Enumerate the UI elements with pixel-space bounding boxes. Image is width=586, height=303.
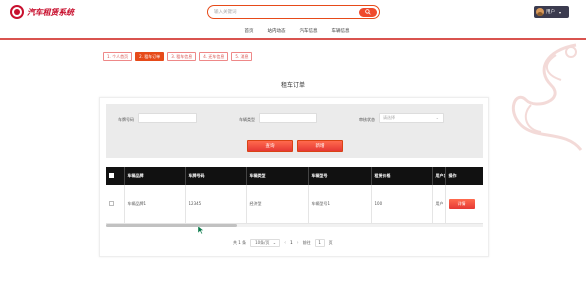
plate-input[interactable] <box>138 113 197 123</box>
tab-rental-orders[interactable]: 2. 租车订单 <box>135 52 165 61</box>
search-input[interactable] <box>214 7 354 18</box>
goto-label: 前往 <box>302 239 311 245</box>
row-checkbox[interactable] <box>109 200 114 206</box>
pagination: 共 1 条 10条/页 ⌄ ‹ 1 › 前往 1 页 <box>233 238 333 247</box>
nav-item-vehicles[interactable]: 车辆信息 <box>332 26 350 38</box>
tab-label: 消息 <box>240 54 249 59</box>
dragon-watermark-icon <box>511 43 583 151</box>
column-header[interactable]: 用户名 <box>432 167 446 185</box>
column-header[interactable]: 车辆类型 <box>246 167 309 185</box>
tab-label: 还车信息 <box>208 54 225 59</box>
header: 汽车租赁系统 用户 ▾ <box>0 0 586 24</box>
column-header[interactable]: 租赁价格 <box>371 167 433 185</box>
price-cell: 100 <box>371 185 433 224</box>
tab-return-info[interactable]: 4. 还车信息 <box>199 52 229 61</box>
next-page-button[interactable]: › <box>297 240 299 246</box>
horizontal-scrollbar-thumb[interactable] <box>106 224 237 227</box>
status-label: 审核状态 <box>359 117 375 122</box>
orders-table: 车辆品牌 车牌号码 车辆类型 车辆型号 租赁价格 用户名 操作 车辆品牌1 12… <box>106 167 483 227</box>
user-menu[interactable]: 用户 ▾ <box>534 6 569 18</box>
table-header-row: 车辆品牌 车牌号码 车辆类型 车辆型号 租赁价格 用户名 操作 <box>106 167 483 185</box>
column-header[interactable]: 车辆品牌 <box>124 167 186 185</box>
tab-label: 个人首页 <box>112 54 129 59</box>
main-nav: 首页 站内动态 汽车信息 车辆信息 <box>0 26 586 38</box>
filter-bar: 车牌号码 车辆类型 审核状态 请选择 ⌄ 查询 新增 <box>106 104 483 158</box>
prev-page-button[interactable]: ‹ <box>284 240 286 246</box>
tab-messages[interactable]: 5. 消息 <box>231 52 253 61</box>
plate-label: 车牌号码 <box>118 117 134 122</box>
account-tabs: 1. 个人首页 2. 租车订单 3. 租车信息 4. 还车信息 5. 消息 <box>103 52 253 61</box>
nav-item-news[interactable]: 站内动态 <box>268 26 286 38</box>
column-header: 操作 <box>445 167 483 185</box>
page-size-value: 10条/页 <box>255 239 270 245</box>
page-title: 租车订单 <box>280 82 305 89</box>
detail-button[interactable]: 详情 <box>448 198 475 209</box>
action-cell: 详情 <box>445 185 483 224</box>
user-name: 用户 <box>546 10 555 15</box>
select-all-checkbox[interactable] <box>109 173 114 178</box>
model-cell: 车辆型号1 <box>308 185 372 224</box>
nav-item-cars[interactable]: 汽车信息 <box>300 26 318 38</box>
goto-page-input[interactable]: 1 <box>314 238 325 247</box>
logo-text: 汽车租赁系统 <box>27 7 74 17</box>
nav-item-home[interactable]: 首页 <box>245 26 254 38</box>
mouse-cursor-icon <box>198 226 204 234</box>
logo[interactable]: 汽车租赁系统 <box>10 5 74 19</box>
search-box <box>207 5 380 19</box>
tab-label: 租车信息 <box>176 54 193 59</box>
tab-rental-info[interactable]: 3. 租车信息 <box>167 52 197 61</box>
chevron-down-icon: ⌄ <box>435 115 439 120</box>
table-row: 车辆品牌1 12345 经济型 车辆型号1 100 用户 详情 <box>106 185 483 224</box>
status-select[interactable]: 请选择 ⌄ <box>379 113 444 123</box>
chevron-down-icon: ▾ <box>559 9 562 15</box>
column-header[interactable]: 车辆型号 <box>308 167 372 185</box>
status-select-value: 请选择 <box>383 115 395 120</box>
type-input[interactable] <box>259 113 317 123</box>
tab-label: 租车订单 <box>144 54 161 59</box>
chevron-down-icon: ⌄ <box>272 239 277 245</box>
type-cell: 经济型 <box>246 185 309 224</box>
type-label: 车辆类型 <box>239 117 255 122</box>
select-all-cell <box>106 167 125 185</box>
row-select-cell <box>106 185 125 224</box>
user-cell: 用户 <box>432 185 446 224</box>
tab-personal-home[interactable]: 1. 个人首页 <box>103 52 133 61</box>
page-suffix: 页 <box>328 239 333 245</box>
page-size-select[interactable]: 10条/页 ⌄ <box>250 238 281 247</box>
car-logo-icon <box>10 5 24 19</box>
plate-cell: 12345 <box>185 185 247 224</box>
avatar <box>536 8 544 16</box>
total-count: 共 1 条 <box>233 239 247 245</box>
current-page[interactable]: 1 <box>290 240 293 245</box>
search-icon <box>365 9 371 15</box>
add-button[interactable]: 新增 <box>297 140 343 152</box>
column-header[interactable]: 车牌号码 <box>185 167 247 185</box>
query-button[interactable]: 查询 <box>247 140 293 152</box>
search-button[interactable] <box>359 7 377 17</box>
brand-cell: 车辆品牌1 <box>124 185 186 224</box>
